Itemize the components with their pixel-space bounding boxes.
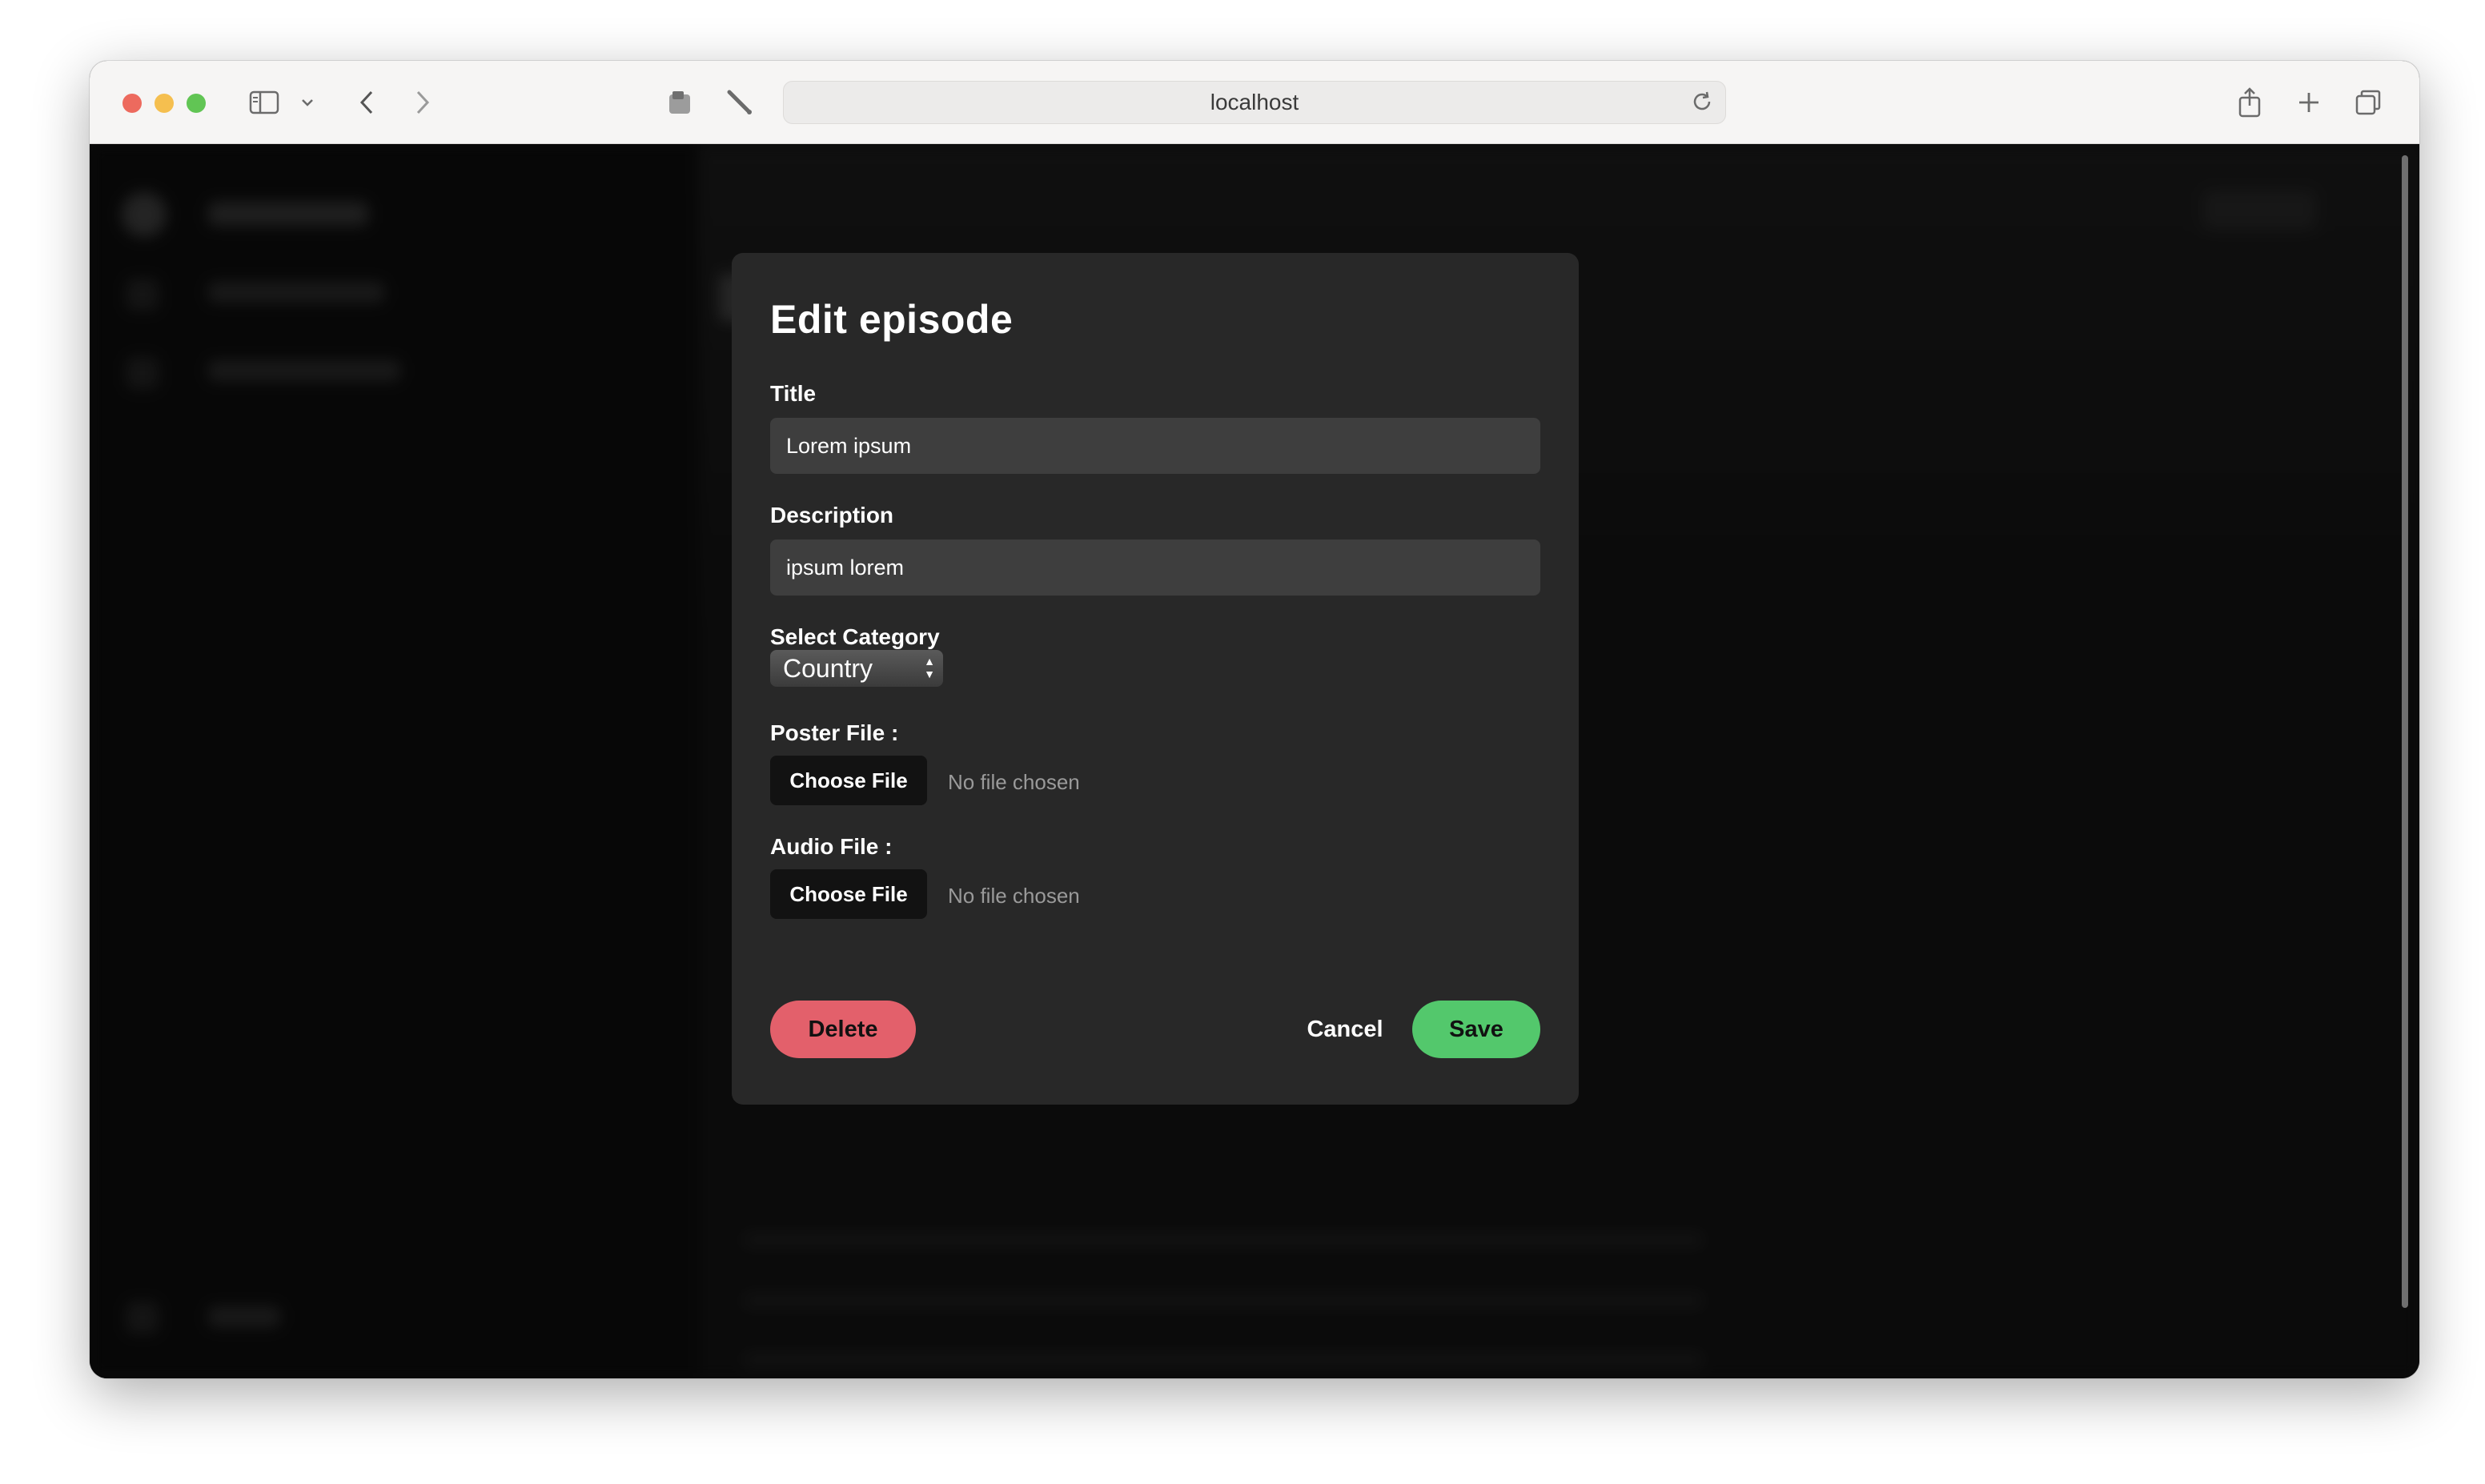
audio-file-status: No file chosen [948, 884, 1080, 908]
page-scrollbar[interactable] [2402, 155, 2408, 1308]
minimize-window-button[interactable] [155, 94, 174, 113]
zoom-window-button[interactable] [187, 94, 206, 113]
share-icon[interactable] [2232, 82, 2267, 123]
audio-file-label: Audio File : [770, 834, 893, 859]
description-input[interactable] [770, 539, 1540, 596]
category-select[interactable]: Country ▲ ▼ [770, 650, 943, 687]
save-button[interactable]: Save [1412, 1001, 1540, 1058]
dialog-title: Edit episode [770, 297, 1014, 342]
poster-file-label: Poster File : [770, 720, 899, 745]
delete-button[interactable]: Delete [770, 1001, 916, 1058]
poster-file-status: No file chosen [948, 770, 1080, 794]
sidebar-toggle-icon[interactable] [247, 82, 282, 123]
reload-icon[interactable] [1690, 90, 1714, 119]
chevron-down-icon[interactable] [298, 82, 317, 123]
back-icon[interactable] [351, 82, 383, 123]
forward-icon[interactable] [407, 82, 439, 123]
browser-toolbar: localhost [90, 61, 2419, 144]
title-input[interactable] [770, 418, 1540, 474]
address-bar[interactable]: localhost [783, 81, 1726, 124]
category-select-value: Country [783, 653, 873, 683]
description-label: Description [770, 503, 894, 527]
category-label: Select Category [770, 624, 940, 649]
extension-icon[interactable] [663, 82, 698, 123]
tabs-overview-icon[interactable] [2351, 82, 2386, 123]
close-window-button[interactable] [122, 94, 142, 113]
edit-episode-dialog: Edit episode Title Description Select Ca… [732, 253, 1579, 1105]
poster-choose-file-button[interactable]: Choose File [770, 756, 927, 805]
select-arrows-icon: ▲ ▼ [924, 655, 935, 680]
audio-choose-file-button[interactable]: Choose File [770, 869, 927, 919]
pen-icon[interactable] [722, 82, 757, 123]
cancel-button[interactable]: Cancel [1297, 1001, 1393, 1058]
address-text: localhost [1210, 90, 1299, 114]
new-tab-icon[interactable] [2291, 82, 2326, 123]
title-label: Title [770, 381, 817, 406]
